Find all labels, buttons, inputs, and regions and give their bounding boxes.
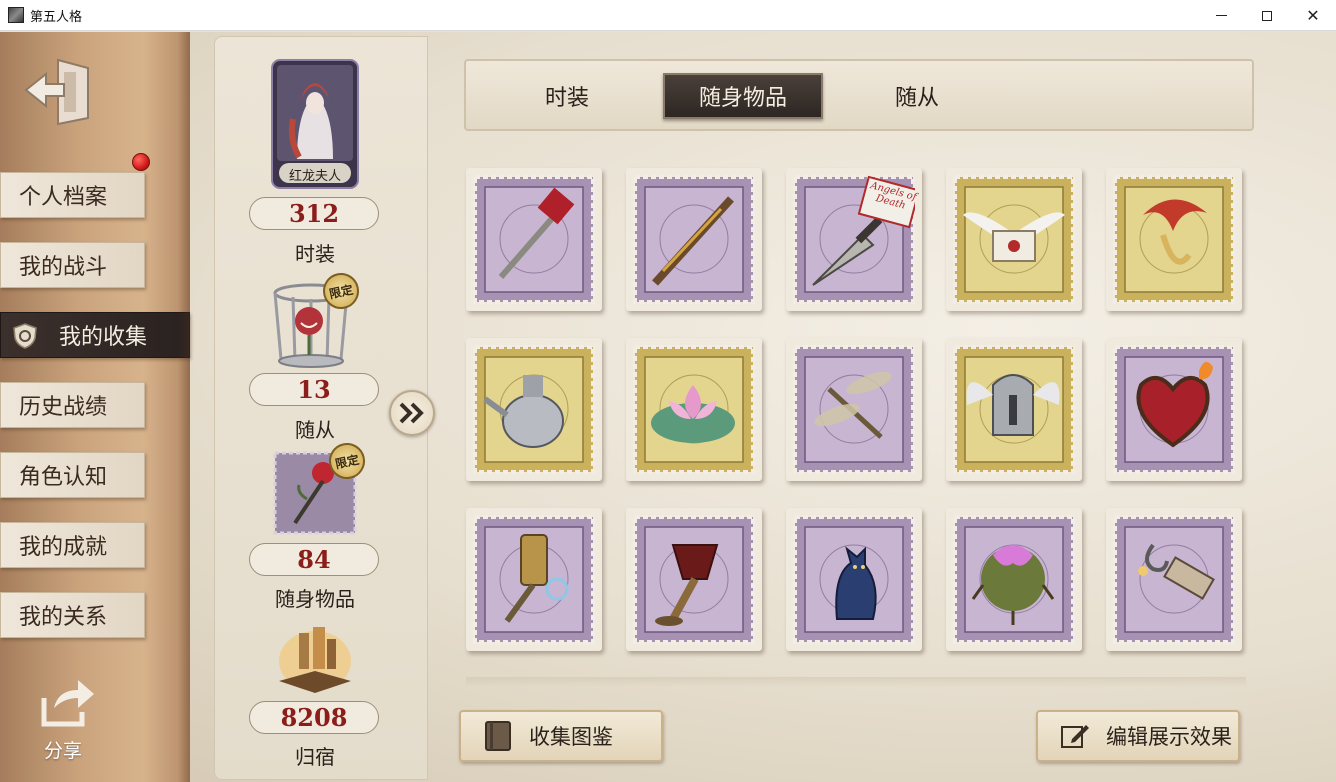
- silver-teapot-icon: [473, 345, 595, 474]
- accessory-item[interactable]: [786, 338, 922, 481]
- collection-tabs: 时装 随身物品 随从: [464, 59, 1254, 131]
- sidebar-item-label: 角色认知: [19, 465, 108, 490]
- follower-preview[interactable]: 限定: [265, 269, 365, 371]
- sidebar-item-battles[interactable]: 我的战斗: [0, 242, 145, 288]
- sidebar-item-achievements[interactable]: 我的成就: [0, 522, 145, 568]
- destination-preview[interactable]: [275, 621, 355, 697]
- notification-dot: [132, 153, 150, 171]
- accessory-item[interactable]: [466, 168, 602, 311]
- accessory-item[interactable]: [626, 338, 762, 481]
- dynamite-hook-icon: [1113, 515, 1235, 644]
- accessory-item[interactable]: [626, 508, 762, 651]
- accessory-item[interactable]: [626, 168, 762, 311]
- share-button[interactable]: [38, 678, 98, 728]
- book-icon: [485, 721, 511, 751]
- dragonfly-icon: [793, 345, 915, 474]
- game-window: 第五人格 ✕ 个人档案我的战斗我的收集历史战绩角色认知我的成就我的关系: [0, 0, 1336, 782]
- tab-costume[interactable]: 时装: [502, 73, 632, 119]
- maximize-icon: [1262, 10, 1272, 21]
- collection-scene: 个人档案 我的战斗 我的收集 历史战绩 角色认知 我的成就 我的关系 分享 红龙…: [0, 32, 1336, 782]
- expand-button[interactable]: [389, 390, 435, 436]
- costume-count: 312: [249, 197, 379, 230]
- app-icon: [8, 7, 24, 23]
- share-icon: [41, 680, 94, 727]
- double-chevron-right-icon: [399, 402, 424, 424]
- destination-count: 8208: [249, 701, 379, 734]
- accessory-preview[interactable]: 限定: [273, 439, 369, 537]
- edit-display-button[interactable]: 编辑展示效果: [1036, 710, 1240, 762]
- phoenix-ornament-icon: [1113, 175, 1235, 304]
- collection-guide-button[interactable]: 收集图鉴: [459, 710, 663, 762]
- red-hammer-icon: [473, 175, 595, 304]
- ornate-staff-icon: [633, 175, 755, 304]
- destination-label: 归宿: [295, 745, 335, 769]
- share-label: 分享: [44, 740, 83, 762]
- sidebar-item-label: 我的收集: [59, 325, 148, 350]
- close-button[interactable]: ✕: [1290, 0, 1336, 31]
- thorny-flower-icon: [953, 515, 1075, 644]
- accessory-label: 随身物品: [275, 587, 355, 611]
- sidebar-item-label: 我的成就: [19, 535, 108, 560]
- sidebar-item-history[interactable]: 历史战绩: [0, 382, 145, 428]
- window-title: 第五人格: [30, 9, 83, 25]
- sidebar-item-label: 历史战绩: [19, 395, 108, 420]
- accessory-item[interactable]: [946, 168, 1082, 311]
- flaming-heart-icon: [1113, 345, 1235, 474]
- lantern-key-icon: [473, 515, 595, 644]
- blue-cat-figure-icon: [793, 515, 915, 644]
- collection-guide-label: 收集图鉴: [529, 725, 613, 749]
- sidebar-item-profile[interactable]: 个人档案: [0, 172, 145, 218]
- winged-helmet-icon: [953, 345, 1075, 474]
- blood-goblet-icon: [633, 515, 755, 644]
- accessory-item[interactable]: [1106, 338, 1242, 481]
- sidebar-item-label: 个人档案: [19, 185, 108, 210]
- window-titlebar: 第五人格 ✕: [0, 0, 1336, 31]
- sidebar-item-label: 我的关系: [19, 605, 108, 630]
- accessory-item[interactable]: [946, 508, 1082, 651]
- character-portrait[interactable]: 红龙夫人: [271, 59, 359, 189]
- accessory-grid: Angels of Death: [466, 168, 1246, 668]
- sidebar-item-character[interactable]: 角色认知: [0, 452, 145, 498]
- costume-label: 时装: [295, 242, 335, 266]
- sidebar-item-relations[interactable]: 我的关系: [0, 592, 145, 638]
- exit-door-icon: [24, 58, 89, 126]
- book-city-icon: [279, 627, 351, 693]
- tab-accessory[interactable]: 随身物品: [663, 73, 823, 119]
- portrait-name: 红龙夫人: [288, 169, 341, 184]
- accessory-count: 84: [249, 543, 379, 576]
- accessory-item[interactable]: [1106, 168, 1242, 311]
- accessory-item[interactable]: [946, 338, 1082, 481]
- close-icon: ✕: [1306, 6, 1320, 25]
- accessory-item[interactable]: [466, 508, 602, 651]
- sidebar-item-collection[interactable]: 我的收集: [0, 312, 190, 358]
- minimize-button[interactable]: [1198, 0, 1244, 31]
- minimize-icon: [1215, 15, 1227, 16]
- accessory-item[interactable]: [786, 508, 922, 651]
- lotus-flower-icon: [633, 345, 755, 474]
- shield-icon: [13, 323, 37, 349]
- edit-display-label: 编辑展示效果: [1106, 725, 1232, 749]
- follower-label: 随从: [295, 418, 335, 442]
- maximize-button[interactable]: [1244, 0, 1290, 31]
- sidebar-item-label: 我的战斗: [19, 255, 108, 280]
- winged-letter-icon: [953, 175, 1075, 304]
- exit-button[interactable]: [24, 54, 94, 126]
- accessory-item[interactable]: [1106, 508, 1242, 651]
- grid-scroll-fade: [466, 677, 1246, 687]
- follower-count: 13: [249, 373, 379, 406]
- accessory-item[interactable]: [466, 338, 602, 481]
- sidebar: 个人档案我的战斗我的收集历史战绩角色认知我的成就我的关系 分享: [0, 32, 190, 782]
- accessory-item[interactable]: Angels of Death: [786, 168, 922, 311]
- edit-icon: [1061, 725, 1089, 748]
- tab-follower[interactable]: 随从: [852, 73, 982, 119]
